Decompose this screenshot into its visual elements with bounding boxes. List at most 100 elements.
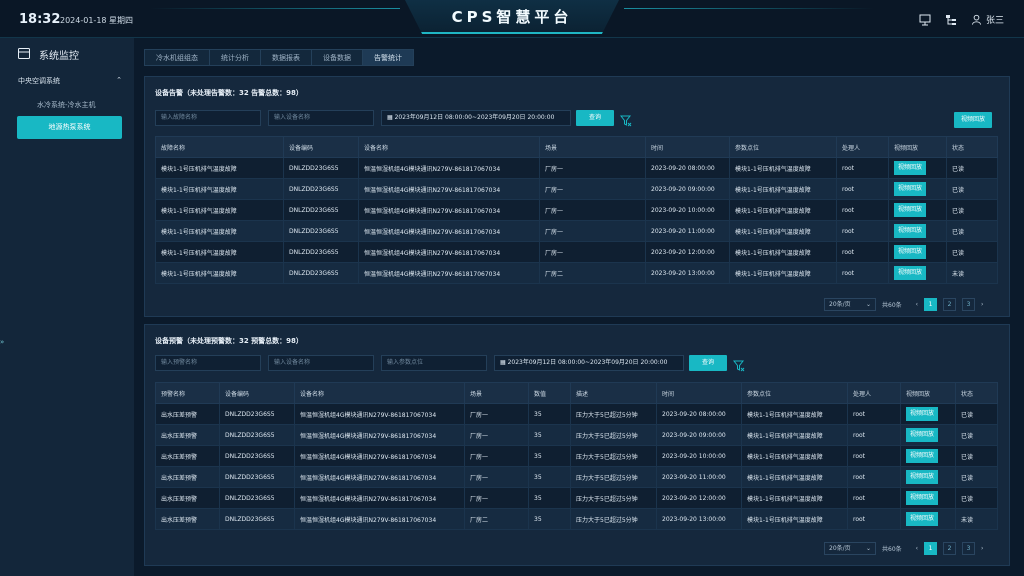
table-cell: 已读 (955, 403, 998, 425)
next-page-icon[interactable]: › (981, 545, 983, 552)
table-cell: 恒温恒湿机组4G模块通讯N279V-861817067034 (294, 508, 465, 530)
user-menu[interactable]: 张三 (971, 13, 1004, 26)
sidebar-toggle-icon[interactable]: » (0, 338, 6, 352)
table-cell: root (847, 487, 901, 509)
row-video-playback-button[interactable]: 视频回放 (906, 512, 939, 526)
prev-page-icon[interactable]: ‹ (916, 301, 918, 308)
col-scene: 场景 (539, 136, 646, 158)
table-cell: 2023-09-20 13:00:00 (645, 262, 730, 284)
row-video-playback-button[interactable]: 视频回放 (894, 266, 927, 280)
tab-statistics[interactable]: 统计分析 (209, 49, 261, 66)
table-cell: root (836, 178, 889, 200)
tree-structure-icon[interactable] (945, 14, 957, 26)
query-button[interactable]: 查询 (689, 355, 727, 371)
table-cell: 2023-09-20 09:00:00 (645, 178, 730, 200)
col-warning-name: 预警名称 (155, 382, 220, 404)
table-cell: DNLZDD23G6S5 (219, 424, 295, 446)
warning-panel: 设备预警（未处理预警数：32 预警总数：98） 输入预警名称 输入设备名称 输入… (144, 324, 1010, 566)
monitor-icon[interactable] (919, 14, 931, 26)
page-size-select[interactable]: 20条/页 ⌄ (824, 542, 876, 555)
row-video-playback-button[interactable]: 视频回放 (894, 224, 927, 238)
row-video-playback-button[interactable]: 视频回放 (894, 182, 927, 196)
row-video-playback-button[interactable]: 视频回放 (906, 449, 939, 463)
sidebar-group-label: 中央空调系统 (18, 77, 60, 85)
table-cell: 已读 (955, 445, 998, 467)
next-page-icon[interactable]: › (981, 301, 983, 308)
fault-name-input[interactable]: 输入故障名称 (155, 110, 261, 126)
table-cell: 35 (528, 508, 571, 530)
table-cell: 模块1-1号压机排气温度故障 (729, 241, 837, 263)
tab-alarm-stats[interactable]: 告警统计 (362, 49, 414, 66)
table-row: 模块1-1号压机排气温度故障 DNLZDD23G6S5 恒温恒湿机组4G模块通讯N2… (155, 220, 998, 242)
table-cell: 出水压差预警 (155, 508, 220, 530)
table-cell: 压力大于5已超过5分钟 (570, 508, 657, 530)
table-cell: 出水压差预警 (155, 466, 220, 488)
table-cell: root (836, 157, 889, 179)
video-playback-button[interactable]: 视频回放 (954, 112, 992, 128)
table-cell: 恒温恒湿机组4G模块通讯N279V-861817067034 (294, 445, 465, 467)
table-cell: 恒温恒湿机组4G模块通讯N279V-861817067034 (294, 424, 465, 446)
date-range-picker[interactable]: ▦ 2023年09月12日 08:00:00~2023年09月20日 20:00… (494, 355, 684, 371)
row-video-playback-button[interactable]: 视频回放 (894, 203, 927, 217)
sidebar-item-ground-source[interactable]: 地源热泵系统 (17, 116, 122, 139)
page-1[interactable]: 1 (924, 542, 938, 555)
page-2[interactable]: 2 (943, 542, 957, 555)
calendar-icon: ▦ (387, 114, 395, 121)
table-cell: 2023-09-20 12:00:00 (645, 241, 730, 263)
table-cell: 已读 (955, 424, 998, 446)
tab-device-data[interactable]: 设备数据 (311, 49, 363, 66)
row-video-playback-button[interactable]: 视频回放 (906, 407, 939, 421)
header-decoration-right (624, 8, 874, 9)
page-1[interactable]: 1 (924, 298, 938, 311)
warning-name-input[interactable]: 输入预警名称 (155, 355, 261, 371)
table-cell: 恒温恒湿机组4G模块通讯N279V-861817067034 (358, 241, 540, 263)
query-button[interactable]: 查询 (576, 110, 614, 126)
table-cell: 模块1-1号压机排气温度故障 (155, 220, 284, 242)
table-cell: 视频回放 (900, 487, 956, 509)
table-row: 模块1-1号压机排气温度故障 DNLZDD23G6S5 恒温恒湿机组4G模块通讯N2… (155, 241, 998, 263)
table-cell: root (847, 445, 901, 467)
row-video-playback-button[interactable]: 视频回放 (906, 470, 939, 484)
table-cell: 视频回放 (888, 199, 947, 221)
prev-page-icon[interactable]: ‹ (916, 545, 918, 552)
table-header-row: 预警名称 设备编码 设备名称 场景 数值 描述 时间 参数点位 处理人 视频回放… (155, 382, 998, 404)
date-range-picker[interactable]: ▦ 2023年09月12日 08:00:00~2023年09月20日 20:00… (381, 110, 571, 126)
table-cell: DNLZDD23G6S5 (283, 241, 359, 263)
page-size-select[interactable]: 20条/页 ⌄ (824, 298, 876, 311)
table-cell: 35 (528, 424, 571, 446)
table-cell: 模块1-1号压机排气温度故障 (729, 262, 837, 284)
col-device-name: 设备名称 (294, 382, 465, 404)
row-video-playback-button[interactable]: 视频回放 (894, 161, 927, 175)
user-icon (971, 14, 982, 25)
table-row: 出水压差预警 DNLZDD23G6S5 恒温恒湿机组4G模块通讯N279V-8618… (155, 403, 998, 425)
table-cell: 模块1-1号压机排气温度故障 (155, 241, 284, 263)
table-row: 出水压差预警 DNLZDD23G6S5 恒温恒湿机组4G模块通讯N279V-8618… (155, 466, 998, 488)
row-video-playback-button[interactable]: 视频回放 (906, 428, 939, 442)
page-3[interactable]: 3 (962, 542, 976, 555)
filter-clear-icon[interactable] (619, 112, 632, 127)
col-device-name: 设备名称 (358, 136, 540, 158)
page-3[interactable]: 3 (962, 298, 976, 311)
sidebar-item-water-cooled[interactable]: 水冷系统-冷水主机 (37, 100, 96, 110)
param-point-input[interactable]: 输入参数点位 (381, 355, 487, 371)
table-cell: DNLZDD23G6S5 (219, 508, 295, 530)
table-cell: 2023-09-20 08:00:00 (645, 157, 730, 179)
filter-clear-icon[interactable] (732, 357, 745, 372)
device-name-input[interactable]: 输入设备名称 (268, 355, 374, 371)
table-cell: 2023-09-20 11:00:00 (645, 220, 730, 242)
total-count: 共60条 (882, 302, 902, 309)
sidebar-group-hvac[interactable]: 中央空调系统 ⌃ (18, 76, 122, 86)
tab-reports[interactable]: 数据报表 (260, 49, 312, 66)
date-range-text: 2023年09月12日 08:00:00~2023年09月20日 20:00:0… (394, 114, 555, 121)
table-cell: 恒温恒湿机组4G模块通讯N279V-861817067034 (294, 403, 465, 425)
table-cell: 模块1-1号压机排气温度故障 (155, 199, 284, 221)
tab-chiller-config[interactable]: 冷水机组组态 (144, 49, 210, 66)
table-cell: 视频回放 (888, 262, 947, 284)
table-cell: root (847, 508, 901, 530)
row-video-playback-button[interactable]: 视频回放 (894, 245, 927, 259)
row-video-playback-button[interactable]: 视频回放 (906, 491, 939, 505)
alarm-table: 故障名称 设备编码 设备名称 场景 时间 参数点位 处理人 视频回放 状态 模块… (155, 136, 998, 284)
page-2[interactable]: 2 (943, 298, 957, 311)
table-cell: 视频回放 (900, 424, 956, 446)
device-name-input[interactable]: 输入设备名称 (268, 110, 374, 126)
